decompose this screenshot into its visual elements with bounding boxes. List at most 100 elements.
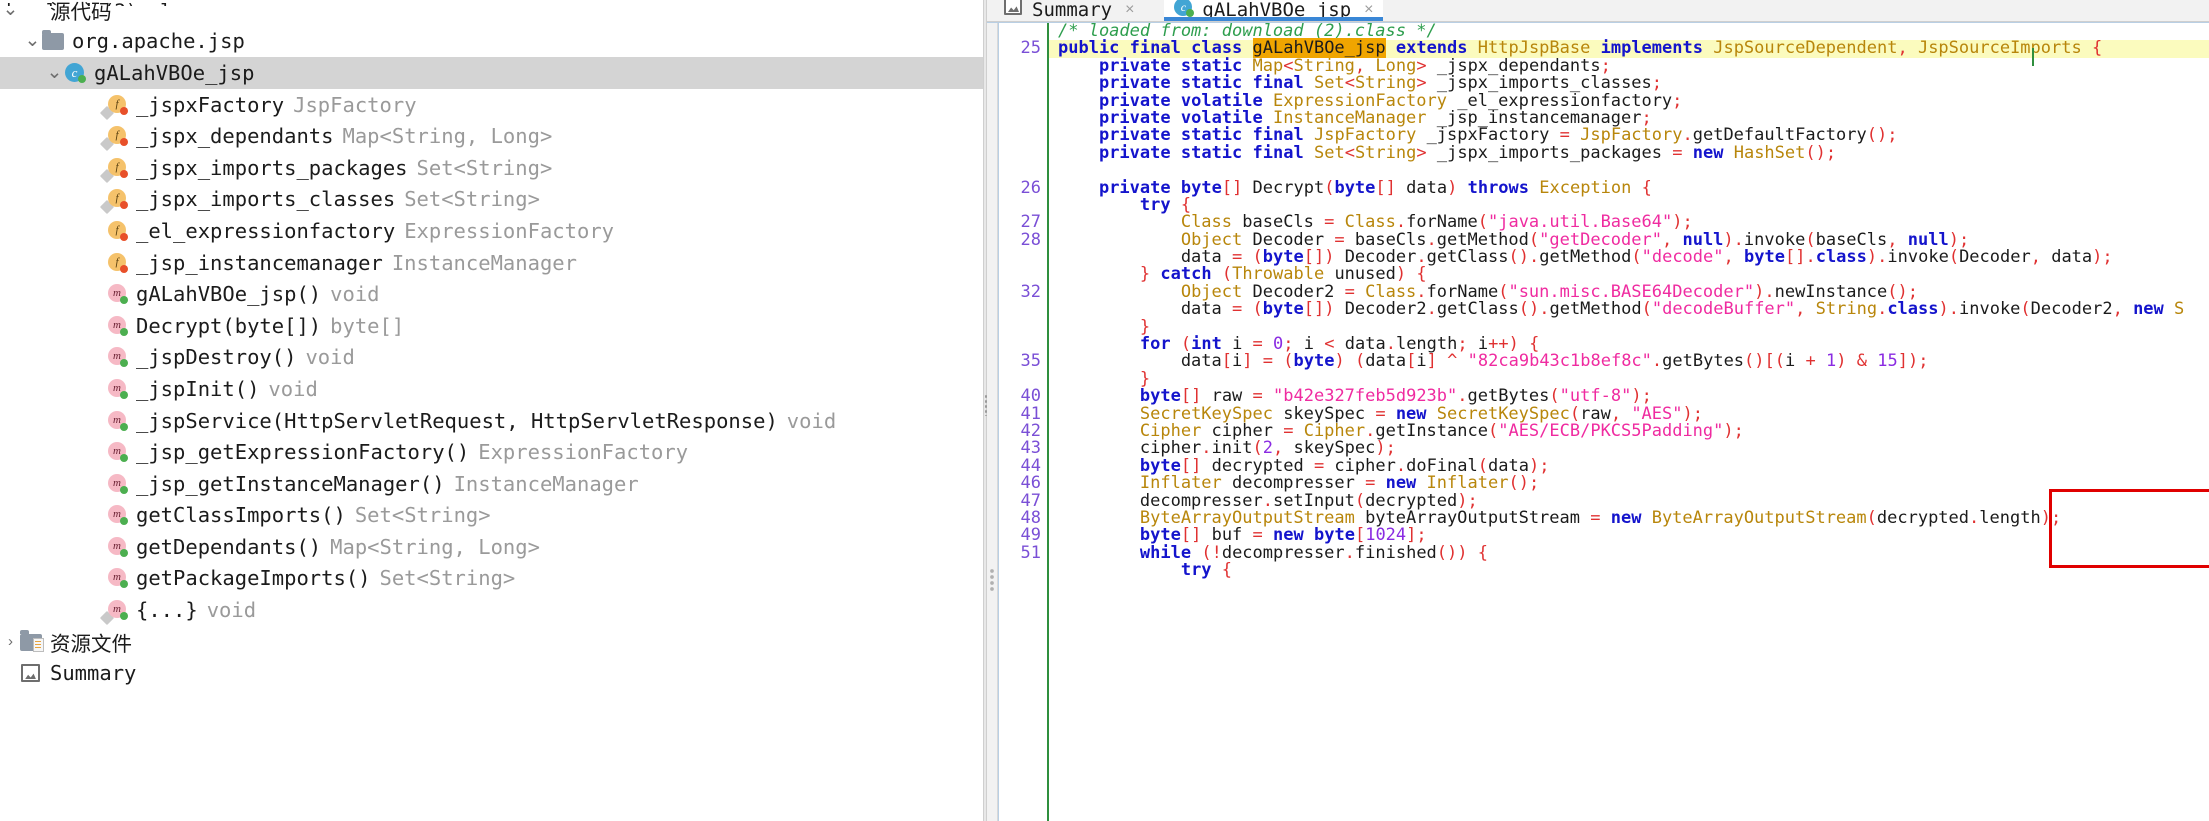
tree-item-label: _jspInit() xyxy=(136,376,260,401)
line-number-gutter: 25 26 27 28 32 35 40 41 42 43 44 46 47 48 49 51 xyxy=(998,23,1049,821)
tree-item-type: void xyxy=(330,282,380,307)
tree-item-summary[interactable]: Summary xyxy=(0,657,983,689)
tree-item-type: InstanceManager xyxy=(391,250,577,275)
method-icon: m xyxy=(105,408,131,434)
method-icon: m xyxy=(105,565,131,591)
line-number xyxy=(999,58,1041,75)
tree-item-jspx-imports-classes[interactable]: f _jspx_imports_classes Set<String> xyxy=(0,184,983,216)
tree-item-galahvboe-jsp[interactable]: ⌄ c gALahVBOe_jsp xyxy=(0,57,983,89)
tree-item-jspx-dependants[interactable]: f _jspx_dependants Map<String, Long> xyxy=(0,120,983,152)
tree-item-label: getDependants() xyxy=(136,534,322,559)
code-line[interactable]: data[i] = (byte) (data[i] ^ "82ca9b43c1b… xyxy=(1058,353,2209,371)
tree-item-label: org.apache.jsp xyxy=(72,29,245,54)
tree-item-getclassimports[interactable]: m getClassImports() Set<String> xyxy=(0,500,983,532)
static-field-icon: f xyxy=(99,92,131,120)
tree-item-type: void xyxy=(206,598,257,623)
code-editor[interactable]: 25 26 27 28 32 35 40 41 42 43 44 46 47 48 49 51 /* load… xyxy=(987,22,2209,821)
tree-item-type: Set<String> xyxy=(354,503,491,528)
editor-overview-strip[interactable] xyxy=(987,23,998,821)
tree-item-label: _jspx_imports_classes xyxy=(136,187,396,212)
line-number: 32 xyxy=(1020,281,1041,302)
tree-item-label: Summary xyxy=(50,661,137,686)
editor-tab-bar[interactable]: Summary × c gALahVBOe_jsp × xyxy=(987,0,2209,22)
tab-active-indicator xyxy=(1164,17,1384,21)
tree-item-[interactable]: › 资源文件 xyxy=(0,626,983,658)
tree-item-jsp-instancemanager[interactable]: f _jsp_instancemanager InstanceManager xyxy=(0,247,983,279)
overview-drag-handle[interactable] xyxy=(989,568,995,592)
line-number: 46 xyxy=(1020,473,1041,494)
tree-item-label: {...} xyxy=(136,598,198,623)
tree-item-label: _jspxFactory xyxy=(136,92,285,117)
resource-folder-icon xyxy=(19,629,45,655)
tree-item-jsp-getinstancemanager[interactable]: m _jsp_getInstanceManager() InstanceManage… xyxy=(0,468,983,500)
ide-window: download (2).class ⌄源代码⌄org.apache.jsp⌄c… xyxy=(0,0,2209,821)
chevron-right-icon[interactable]: › xyxy=(2,634,19,649)
tree-item-getpackageimports[interactable]: m getPackageImports() Set<String> xyxy=(0,563,983,595)
tree-item-galahvboe-jsp[interactable]: m gALahVBOe_jsp() void xyxy=(0,278,983,310)
method-icon: m xyxy=(105,313,131,339)
method-icon: m xyxy=(105,439,131,465)
editor-tab-label: Summary xyxy=(1032,0,1113,21)
tree-item-type: ExpressionFactory xyxy=(478,440,689,465)
line-number xyxy=(999,145,1041,162)
chevron-down-icon[interactable]: ⌄ xyxy=(24,31,41,50)
tree-item-type: ExpressionFactory xyxy=(404,218,615,243)
line-number: 28 xyxy=(1020,229,1041,250)
text-caret xyxy=(2032,48,2034,66)
tree-item-label: Decrypt(byte[]) xyxy=(136,313,322,338)
tree-item-jspxfactory[interactable]: f _jspxFactory JspFactory xyxy=(0,89,983,121)
tree-item-label: _jspDestroy() xyxy=(136,345,297,370)
summary-icon xyxy=(1003,0,1025,21)
editor-tab-summary[interactable]: Summary × xyxy=(994,0,1145,21)
tree-item-org-apache-jsp[interactable]: ⌄ org.apache.jsp xyxy=(0,26,983,58)
line-number xyxy=(999,110,1041,127)
tree-item-type: Map<String, Long> xyxy=(330,534,540,559)
tree-item-type: Set<String> xyxy=(379,566,516,591)
line-number xyxy=(999,562,1041,579)
project-tree-panel[interactable]: download (2).class ⌄源代码⌄org.apache.jsp⌄c… xyxy=(0,0,983,821)
tree-item-jspinit[interactable]: m _jspInit() void xyxy=(0,373,983,405)
method-icon: m xyxy=(105,534,131,560)
tree-item-label: gALahVBOe_jsp xyxy=(94,60,255,85)
tree-item-jsp-getexpressionfactory[interactable]: m _jsp_getExpressionFactory() ExpressionFa… xyxy=(0,436,983,468)
close-icon[interactable]: × xyxy=(1125,2,1134,18)
tree-item-label: getClassImports() xyxy=(136,503,346,528)
tree-item-label: _jsp_instancemanager xyxy=(136,250,383,275)
tree-item-type: Map<String, Long> xyxy=(342,124,553,149)
code-line[interactable]: try { xyxy=(1058,561,2209,579)
tree-item-label: _jspx_imports_packages xyxy=(136,155,408,180)
line-number: 35 xyxy=(1020,351,1041,372)
editor-tab-galahvboe-jsp[interactable]: c gALahVBOe_jsp × xyxy=(1164,0,1384,21)
tree-item-[interactable]: m {...} void xyxy=(0,594,983,626)
code-line[interactable]: data = (byte[]) Decoder2.getClass().getM… xyxy=(1058,300,2209,318)
code-line[interactable]: Inflater decompresser = new Inflater(); xyxy=(1058,474,2209,492)
tree-item-el-expressionfactory[interactable]: f _el_expressionfactory ExpressionFactory xyxy=(0,215,983,247)
static-field-icon: f xyxy=(99,186,131,215)
line-number xyxy=(999,127,1041,144)
code-line[interactable]: private static final Set<String> _jspx_i… xyxy=(1058,144,2209,162)
tree-item-jspservice-httpservletrequest-httpservletresponse[interactable]: m _jspService(HttpServletRequest, HttpSer… xyxy=(0,405,983,437)
tree-list[interactable]: ⌄ 源代码 ⌄ org.apache.jsp ⌄ c gALahVBOe_jsp f _jsp… xyxy=(0,0,983,689)
folder-icon xyxy=(41,28,67,54)
tree-item-jspx-imports-packages[interactable]: f _jspx_imports_packages Set<String> xyxy=(0,152,983,184)
static-field-icon: f xyxy=(99,155,131,183)
editor-panel: Summary × c gALahVBOe_jsp × 25 26 27 28 32 35 40 41… xyxy=(987,0,2209,821)
tree-item-type: InstanceManager xyxy=(453,471,639,496)
code-line[interactable]: private byte[] Decrypt(byte[] data) thro… xyxy=(1058,179,2209,197)
tree-item-label: _jspService(HttpServletRequest, HttpServ… xyxy=(136,408,778,433)
tree-item-decrypt-byte[interactable]: m Decrypt(byte[]) byte[] xyxy=(0,310,983,342)
tree-item-type: byte[] xyxy=(330,313,405,338)
close-icon[interactable]: × xyxy=(1364,2,1373,18)
tree-item-label: _jsp_getExpressionFactory() xyxy=(136,440,470,465)
method-icon: m xyxy=(105,281,131,307)
code-content[interactable]: /* loaded from: download (2).class */pub… xyxy=(1049,23,2209,821)
chevron-down-icon[interactable]: ⌄ xyxy=(2,0,19,19)
tree-item-label: _jspx_dependants xyxy=(136,124,334,149)
chevron-down-icon[interactable]: ⌄ xyxy=(46,63,63,82)
tree-item-label: _el_expressionfactory xyxy=(136,218,396,243)
tree-item-type: void xyxy=(305,345,355,370)
class-icon: c xyxy=(63,60,89,86)
tree-item-jspdestroy[interactable]: m _jspDestroy() void xyxy=(0,342,983,374)
static-field-icon: f xyxy=(99,123,131,152)
tree-item-getdependants[interactable]: m getDependants() Map<String, Long> xyxy=(0,531,983,563)
